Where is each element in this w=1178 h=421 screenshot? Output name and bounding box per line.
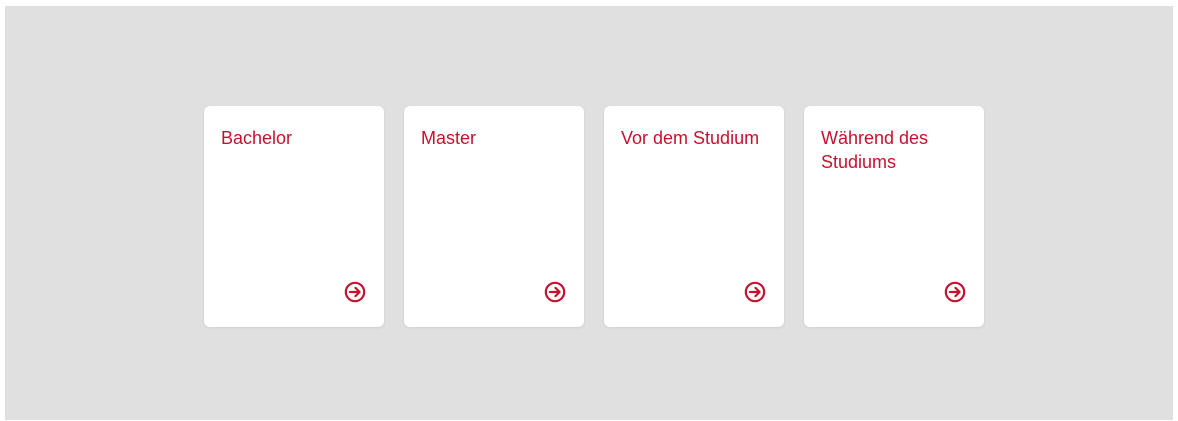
card-bachelor[interactable]: Bachelor [204, 106, 384, 327]
card-vor-dem-studium[interactable]: Vor dem Studium [604, 106, 784, 327]
card-grid: Bachelor Master Vor dem Studium Während … [204, 106, 984, 327]
arrow-right-circle-icon [744, 281, 766, 303]
arrow-right-circle-icon [944, 281, 966, 303]
card-waehrend-des-studiums[interactable]: Während des Studiums [804, 106, 984, 327]
card-master[interactable]: Master [404, 106, 584, 327]
card-title: Bachelor [221, 128, 293, 148]
arrow-right-circle-icon [544, 281, 566, 303]
tile-section: Bachelor Master Vor dem Studium Während … [5, 6, 1173, 420]
card-title: Während des Studiums [821, 128, 929, 172]
card-title: Master [421, 128, 477, 148]
card-title: Vor dem Studium [621, 128, 760, 148]
arrow-right-circle-icon [344, 281, 366, 303]
